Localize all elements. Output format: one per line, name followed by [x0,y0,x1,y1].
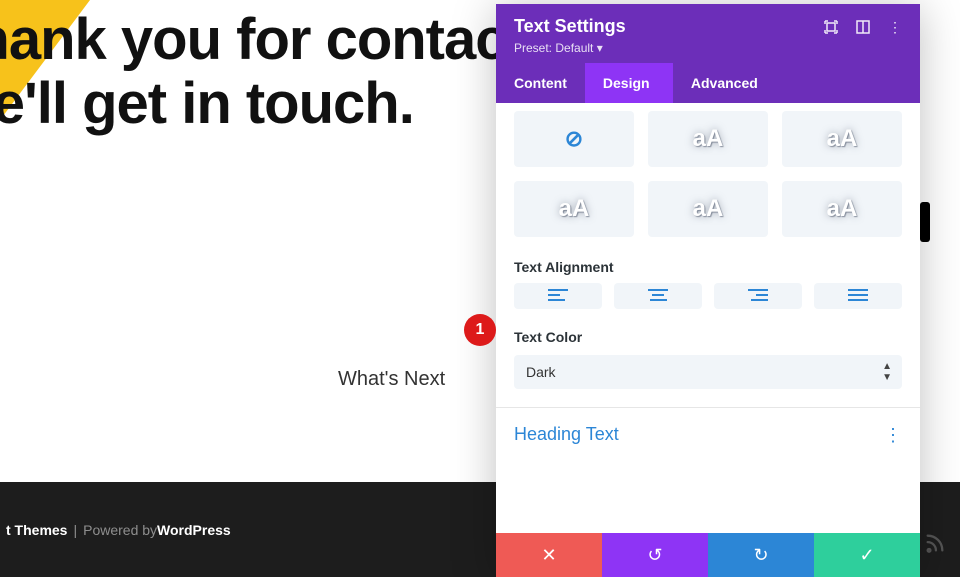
undo-button[interactable]: ↺ [602,533,708,577]
rss-icon[interactable] [924,532,946,557]
text-shadow-none[interactable]: ⊘ [514,111,634,167]
text-shadow-grid: ⊘ aA aA aA aA aA [496,103,920,251]
align-right-icon [748,289,768,303]
footer-wordpress-link[interactable]: WordPress [157,522,231,538]
redo-icon: ↻ [753,545,768,566]
footer-themes-link[interactable]: t Themes [6,522,67,538]
undo-icon: ↺ [647,545,662,566]
chevron-down-icon: ▾ [597,41,603,55]
columns-icon[interactable] [856,20,870,34]
none-icon: ⊘ [565,126,583,152]
panel-header: Text Settings ⋮ Preset: Default ▾ [496,4,920,63]
text-color-select[interactable]: Dark [514,355,902,389]
panel-tabs: Content Design Advanced [496,63,920,103]
text-alignment-label: Text Alignment [496,251,920,281]
accordion-more-icon[interactable]: ⋮ [884,428,902,442]
text-alignment-row [496,281,920,321]
heading-text-accordion[interactable]: Heading Text ⋮ [496,408,920,461]
heading-text-label: Heading Text [514,424,619,445]
check-icon: ✓ [859,545,874,566]
text-shadow-preset-2[interactable]: aA [782,111,902,167]
preset-selector[interactable]: Preset: Default ▾ [514,41,902,55]
footer-separator: | [73,522,77,538]
align-center-button[interactable] [614,283,702,309]
cancel-button[interactable]: ✕ [496,533,602,577]
subheading: What's Next [338,368,445,391]
save-button[interactable]: ✓ [814,533,920,577]
close-icon: ✕ [541,545,556,566]
expand-icon[interactable] [824,20,838,34]
align-left-icon [548,289,568,303]
panel-title: Text Settings [514,16,626,37]
tab-advanced[interactable]: Advanced [673,63,776,103]
text-shadow-preset-3[interactable]: aA [514,181,634,237]
footer-powered-prefix: Powered by [83,522,157,538]
settings-panel: Text Settings ⋮ Preset: Default ▾ Conten… [496,4,920,577]
panel-body: ⊘ aA aA aA aA aA Text Alignment Text Col… [496,103,920,533]
tab-design[interactable]: Design [585,63,673,103]
action-bar: ✕ ↺ ↻ ✓ [496,533,920,577]
annotation-marker-1: 1 [464,314,496,346]
text-color-label: Text Color [496,321,920,351]
align-center-icon [648,289,668,303]
text-shadow-preset-1[interactable]: aA [648,111,768,167]
align-right-button[interactable] [714,283,802,309]
text-shadow-preset-5[interactable]: aA [782,181,902,237]
align-left-button[interactable] [514,283,602,309]
panel-header-icons: ⋮ [824,20,902,34]
text-color-select-wrap: Dark ▲▼ [514,355,902,389]
text-shadow-preset-4[interactable]: aA [648,181,768,237]
redo-button[interactable]: ↻ [708,533,814,577]
tab-content[interactable]: Content [496,63,585,103]
align-justify-icon [848,289,868,303]
scrollbar-indicator[interactable] [920,202,930,242]
more-menu-icon[interactable]: ⋮ [888,20,902,34]
align-justify-button[interactable] [814,283,902,309]
